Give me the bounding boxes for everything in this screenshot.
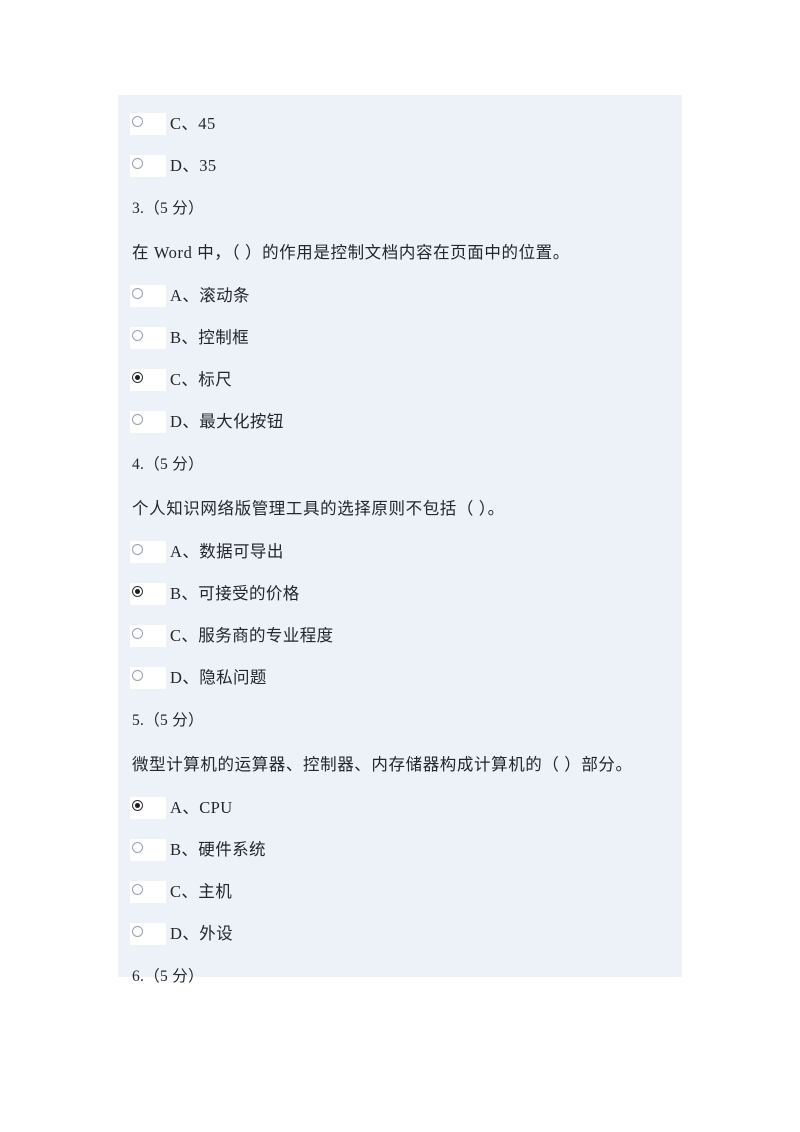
- radio-button-cell[interactable]: [130, 923, 166, 945]
- radio-icon-selected[interactable]: [132, 586, 143, 597]
- radio-icon[interactable]: [132, 414, 143, 425]
- radio-button-cell[interactable]: [130, 155, 166, 177]
- list-item[interactable]: C、主机: [128, 871, 672, 913]
- option-label: A、CPU: [170, 798, 233, 817]
- radio-button-cell[interactable]: [130, 411, 166, 433]
- option-label: A、滚动条: [170, 286, 250, 305]
- list-item[interactable]: B、可接受的价格: [128, 573, 672, 615]
- radio-button-cell[interactable]: [130, 369, 166, 391]
- list-item[interactable]: D、35: [128, 145, 672, 187]
- list-item[interactable]: C、标尺: [128, 359, 672, 401]
- option-label: A、数据可导出: [170, 542, 284, 561]
- question-block: 3.（5 分） 在 Word 中，（ ）的作用是控制文档内容在页面中的位置。 A…: [128, 187, 672, 443]
- radio-icon[interactable]: [132, 842, 143, 853]
- quiz-body: C、45 D、35 3.（5 分） 在 Word 中，（ ）的作用是控制文档内容…: [118, 95, 682, 1011]
- option-label: D、最大化按钮: [170, 412, 284, 431]
- radio-icon-selected[interactable]: [132, 800, 143, 811]
- list-item[interactable]: C、45: [128, 103, 672, 145]
- radio-button-cell[interactable]: [130, 625, 166, 647]
- radio-icon[interactable]: [132, 926, 143, 937]
- list-item[interactable]: B、硬件系统: [128, 829, 672, 871]
- radio-button-cell[interactable]: [130, 285, 166, 307]
- option-label: D、外设: [170, 924, 234, 943]
- list-item[interactable]: D、隐私问题: [128, 657, 672, 699]
- radio-icon-selected[interactable]: [132, 372, 143, 383]
- list-item[interactable]: C、服务商的专业程度: [128, 615, 672, 657]
- option-label: C、主机: [170, 882, 233, 901]
- option-label: B、硬件系统: [170, 840, 266, 859]
- radio-icon[interactable]: [132, 330, 143, 341]
- question-text: 在 Word 中，（ ）的作用是控制文档内容在页面中的位置。: [132, 243, 570, 262]
- list-item[interactable]: D、外设: [128, 913, 672, 955]
- radio-button-cell[interactable]: [130, 881, 166, 903]
- radio-icon[interactable]: [132, 884, 143, 895]
- question-block: 5.（5 分） 微型计算机的运算器、控制器、内存储器构成计算机的（ ）部分。 A…: [128, 699, 672, 955]
- list-item[interactable]: A、CPU: [128, 787, 672, 829]
- radio-button-cell[interactable]: [130, 113, 166, 135]
- radio-icon[interactable]: [132, 158, 143, 169]
- question-block-partial: 6.（5 分）: [128, 955, 672, 999]
- option-label: B、可接受的价格: [170, 584, 300, 603]
- option-label: B、控制框: [170, 328, 250, 347]
- radio-button-cell[interactable]: [130, 327, 166, 349]
- radio-button-cell[interactable]: [130, 839, 166, 861]
- option-label: D、隐私问题: [170, 668, 267, 687]
- list-item[interactable]: A、滚动条: [128, 275, 672, 317]
- option-label: C、标尺: [170, 370, 233, 389]
- question-block: 4.（5 分） 个人知识网络版管理工具的选择原则不包括（ ）。 A、数据可导出 …: [128, 443, 672, 699]
- list-item[interactable]: D、最大化按钮: [128, 401, 672, 443]
- question-number: 4.（5 分）: [132, 456, 204, 473]
- list-item[interactable]: B、控制框: [128, 317, 672, 359]
- quiz-page: C、45 D、35 3.（5 分） 在 Word 中，（ ）的作用是控制文档内容…: [0, 0, 800, 1132]
- radio-button-cell[interactable]: [130, 541, 166, 563]
- radio-icon[interactable]: [132, 670, 143, 681]
- question-number: 3.（5 分）: [132, 200, 204, 217]
- radio-button-cell[interactable]: [130, 667, 166, 689]
- radio-button-cell[interactable]: [130, 797, 166, 819]
- radio-button-cell[interactable]: [130, 583, 166, 605]
- question-number: 6.（5 分）: [132, 968, 204, 985]
- radio-icon[interactable]: [132, 544, 143, 555]
- radio-icon[interactable]: [132, 116, 143, 127]
- option-label: C、45: [170, 114, 216, 133]
- option-label: C、服务商的专业程度: [170, 626, 334, 645]
- radio-icon[interactable]: [132, 288, 143, 299]
- radio-icon[interactable]: [132, 628, 143, 639]
- question-number: 5.（5 分）: [132, 712, 204, 729]
- list-item[interactable]: A、数据可导出: [128, 531, 672, 573]
- option-label: D、35: [170, 156, 217, 175]
- question-text: 微型计算机的运算器、控制器、内存储器构成计算机的（ ）部分。: [132, 755, 633, 774]
- question-text: 个人知识网络版管理工具的选择原则不包括（ ）。: [132, 499, 505, 518]
- quiz-content-panel: C、45 D、35 3.（5 分） 在 Word 中，（ ）的作用是控制文档内容…: [118, 95, 682, 985]
